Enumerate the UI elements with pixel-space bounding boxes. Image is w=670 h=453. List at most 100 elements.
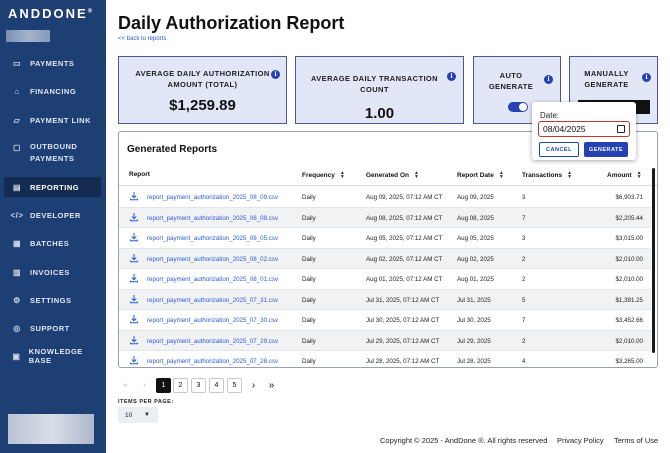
report-date: Aug 08, 2025: [457, 214, 494, 222]
table-scrollbar[interactable]: [652, 168, 655, 353]
sidebar-item-label: FINANCING: [30, 86, 77, 96]
report-amount: $2,205.44: [615, 214, 643, 222]
report-file-link[interactable]: report_payment_authorization_2025_07_28.…: [147, 358, 278, 365]
download-icon[interactable]: [129, 191, 139, 201]
card-label: AVERAGE DAILY TRANSACTION COUNT: [311, 74, 438, 94]
report-generated-on: Jul 28, 2025, 07:12 AM CT: [366, 358, 440, 365]
report-frequency: Daily: [302, 337, 316, 345]
download-icon[interactable]: [129, 294, 139, 304]
cancel-button[interactable]: CANCEL: [539, 142, 579, 157]
avg-daily-amount-value: $1,259.89: [169, 97, 236, 114]
back-to-reports-link[interactable]: << back to reports: [118, 36, 166, 42]
sidebar-item-outbound-payments[interactable]: ▢ OUTBOUND PAYMENTS: [4, 139, 101, 167]
privacy-policy-link[interactable]: Privacy Policy: [557, 436, 604, 445]
sidebar-item-invoices[interactable]: ▥ INVOICES: [4, 262, 101, 282]
column-amount[interactable]: Amount ▲ ▼: [607, 171, 642, 180]
report-file-link[interactable]: report_payment_authorization_2025_07_29.…: [147, 338, 278, 345]
first-page-button[interactable]: «: [118, 378, 133, 393]
table-row: report_payment_authorization_2025_08_02.…: [119, 248, 651, 269]
sidebar-item-settings[interactable]: ⚙ SETTINGS: [4, 290, 101, 310]
report-file-link[interactable]: report_payment_authorization_2025_08_01.…: [147, 276, 278, 283]
report-generated-on: Jul 29, 2025, 07:12 AM CT: [366, 337, 440, 345]
sidebar-item-knowledge-base[interactable]: ▣ KNOWLEDGE BASE: [4, 346, 101, 366]
report-date: Aug 09, 2025: [457, 194, 494, 201]
sidebar-item-payments[interactable]: ▭ PAYMENTS: [4, 53, 101, 73]
report-amount: $2,010.00: [615, 337, 643, 345]
report-frequency: Daily: [302, 255, 316, 263]
report-file-link[interactable]: report_payment_authorization_2025_08_09.…: [147, 194, 278, 201]
page-3-button[interactable]: 3: [191, 378, 206, 393]
report-file-link[interactable]: report_payment_authorization_2025_08_05.…: [147, 235, 278, 242]
report-generated-on: Jul 31, 2025, 07:12 AM CT: [366, 296, 440, 304]
report-frequency: Daily: [302, 296, 316, 304]
caret-down-icon: ▼: [144, 412, 150, 418]
items-per-page-select[interactable]: 10 ▼: [118, 407, 158, 423]
code-icon: </>: [10, 210, 24, 220]
page-5-button[interactable]: 5: [227, 378, 242, 393]
download-icon[interactable]: [129, 212, 139, 222]
sidebar-item-batches[interactable]: ▦ BATCHES: [4, 233, 101, 253]
next-page-button[interactable]: ›: [246, 378, 261, 393]
report-amount: $3,452.66: [615, 317, 643, 324]
report-file-link[interactable]: report_payment_authorization_2025_07_30.…: [147, 317, 278, 324]
report-frequency: Daily: [302, 358, 316, 365]
report-amount: $2,010.00: [615, 255, 643, 263]
download-icon[interactable]: [129, 253, 139, 263]
report-transactions: 7: [522, 214, 526, 222]
report-frequency: Daily: [302, 214, 316, 222]
sidebar-item-label: SETTINGS: [30, 295, 72, 305]
sidebar-item-label: BATCHES: [30, 238, 70, 248]
invoice-icon: ▥: [12, 267, 22, 277]
avg-daily-amount-card: AVERAGE DAILY AUTHORIZATION AMOUNT (TOTAL…: [118, 56, 287, 124]
column-report-date[interactable]: Report Date ▲ ▼: [457, 171, 504, 180]
report-frequency: Daily: [302, 317, 316, 324]
sidebar-item-reporting[interactable]: ▤ REPORTING: [4, 177, 101, 197]
page-2-button[interactable]: 2: [173, 378, 188, 393]
sidebar-item-label: OUTBOUND PAYMENTS: [30, 142, 78, 163]
report-file-link[interactable]: report_payment_authorization_2025_08_08.…: [147, 215, 278, 222]
last-page-button[interactable]: »: [264, 378, 279, 393]
generate-date-popover: Date: 08/04/2025 CANCEL GENERATE: [532, 102, 636, 160]
sidebar-item-developer[interactable]: </> DEVELOPER: [4, 205, 101, 225]
terms-of-use-link[interactable]: Terms of Use: [614, 436, 658, 445]
user-profile-redacted[interactable]: [8, 414, 94, 444]
download-icon[interactable]: [129, 355, 139, 365]
column-report: Report: [129, 171, 150, 178]
report-icon: ▤: [12, 182, 22, 192]
prev-page-button[interactable]: ‹: [137, 378, 152, 393]
info-icon[interactable]: i: [544, 75, 553, 84]
download-icon[interactable]: [129, 273, 139, 283]
report-date: Jul 31, 2025: [457, 296, 491, 304]
info-icon[interactable]: i: [271, 70, 280, 79]
calendar-icon[interactable]: [617, 125, 625, 133]
report-transactions: 4: [522, 358, 526, 365]
download-icon[interactable]: [129, 232, 139, 242]
generate-button[interactable]: GENERATE: [584, 142, 628, 157]
report-amount: $2,010.00: [615, 276, 643, 283]
anddone-logo[interactable]: ANDDONE®: [8, 6, 92, 21]
column-transactions[interactable]: Transactions ▲ ▼: [522, 171, 572, 180]
table-row: report_payment_authorization_2025_08_09.…: [119, 187, 651, 208]
report-generated-on: Aug 05, 2025, 07:12 AM CT: [366, 235, 443, 242]
card-icon: ▭: [12, 58, 22, 68]
date-input-value: 08/04/2025: [543, 124, 586, 134]
page-4-button[interactable]: 4: [209, 378, 224, 393]
sidebar-item-financing[interactable]: ⌂ FINANCING: [4, 81, 101, 101]
sidebar-item-payment-link[interactable]: ▱ PAYMENT LINK: [4, 110, 101, 130]
column-generated-on[interactable]: Generated On ▲ ▼: [366, 171, 419, 180]
auto-generate-toggle[interactable]: [508, 102, 528, 112]
sidebar-item-support[interactable]: ◎ SUPPORT: [4, 318, 101, 338]
info-icon[interactable]: i: [642, 73, 651, 82]
page-1-button[interactable]: 1: [156, 378, 171, 393]
bank-icon: ⌂: [14, 86, 20, 96]
report-file-link[interactable]: report_payment_authorization_2025_08_02.…: [147, 256, 278, 263]
report-file-link[interactable]: report_payment_authorization_2025_07_31.…: [147, 297, 278, 304]
report-transactions: 2: [522, 276, 526, 283]
column-frequency[interactable]: Frequency ▲ ▼: [302, 171, 345, 180]
date-input[interactable]: 08/04/2025: [538, 121, 630, 137]
info-icon[interactable]: i: [447, 72, 456, 81]
table-row: report_payment_authorization_2025_08_01.…: [119, 269, 651, 290]
download-icon[interactable]: [129, 335, 139, 345]
download-icon[interactable]: [129, 314, 139, 324]
report-date: Aug 01, 2025: [457, 276, 494, 283]
